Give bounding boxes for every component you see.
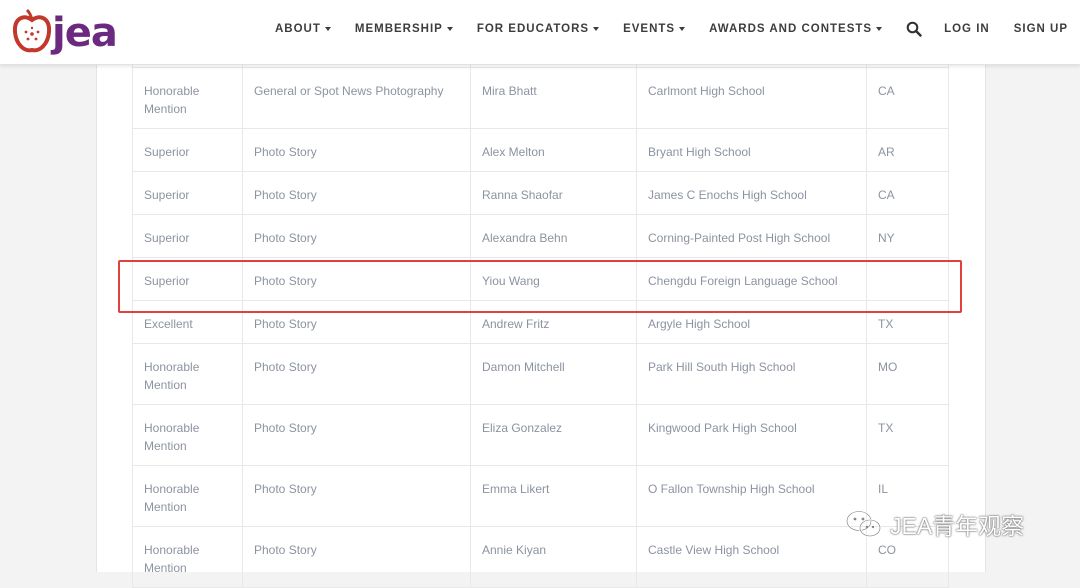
nav-awards-and-contests[interactable]: AWARDS AND CONTESTS: [709, 23, 883, 35]
table-row: Honorable Mention Photo Story Eliza Gonz…: [132, 404, 949, 466]
name-cell: Mira Bhatt: [470, 67, 637, 129]
signup-link[interactable]: SIGN UP: [1014, 23, 1068, 35]
logo-text: jea: [52, 10, 118, 56]
name-cell: Annie Kiyan: [470, 526, 637, 588]
nav-for-educators-label: FOR EDUCATORS: [476, 23, 590, 35]
highlight-box: [118, 260, 962, 313]
watermark: JEA青年观察: [844, 507, 1024, 541]
state-cell: NY: [866, 214, 949, 258]
school-cell: Park Hill South High School: [636, 343, 867, 405]
nav-for-educators[interactable]: FOR EDUCATORS: [476, 23, 600, 35]
nav-events[interactable]: EVENTS: [623, 23, 686, 35]
nav-about-label: ABOUT: [274, 23, 321, 35]
rating-cell: Superior: [132, 171, 243, 215]
nav-about[interactable]: ABOUT: [275, 23, 331, 35]
rating-cell: Superior: [132, 214, 243, 258]
nav-membership[interactable]: MEMBERSHIP: [355, 23, 453, 35]
school-cell: Kingwood Park High School: [636, 404, 867, 466]
name-cell: Alexandra Behn: [470, 214, 637, 258]
chevron-down-icon: [324, 27, 331, 31]
nav-awards-label: AWARDS AND CONTESTS: [709, 23, 873, 35]
awards-table: Honorable Mention General or Spot News P…: [132, 60, 949, 588]
watermark-text: JEA青年观察: [890, 513, 1025, 539]
jea-logo[interactable]: jea: [12, 6, 128, 56]
name-cell: Ranna Shaofar: [470, 171, 637, 215]
category-cell: Photo Story: [242, 214, 471, 258]
table-row: Superior Photo Story Ranna Shaofar James…: [132, 171, 949, 215]
state-cell: TX: [866, 404, 949, 466]
state-cell: MO: [866, 343, 949, 405]
chevron-down-icon: [876, 27, 883, 31]
school-cell: Castle View High School: [636, 526, 867, 588]
category-cell: Photo Story: [242, 526, 471, 588]
rating-cell: Honorable Mention: [132, 526, 243, 588]
school-cell: James C Enochs High School: [636, 171, 867, 215]
state-cell: CA: [866, 171, 949, 215]
category-cell: Photo Story: [242, 171, 471, 215]
nav-membership-label: MEMBERSHIP: [354, 23, 443, 35]
rating-cell: Superior: [132, 128, 243, 172]
nav-events-label: EVENTS: [623, 23, 676, 35]
search-icon[interactable]: [906, 21, 922, 37]
main-nav: ABOUT MEMBERSHIP FOR EDUCATORS EVENTS AW…: [263, 0, 1080, 58]
table-row: Honorable Mention Photo Story Emma Liker…: [132, 465, 949, 527]
rating-cell: Honorable Mention: [132, 343, 243, 405]
login-link[interactable]: LOG IN: [944, 23, 990, 35]
site-header: jea ABOUT MEMBERSHIP FOR EDUCATORS EVENT…: [0, 0, 1080, 65]
rating-cell: Honorable Mention: [132, 404, 243, 466]
rating-cell: Honorable Mention: [132, 67, 243, 129]
table-row: Superior Photo Story Alex Melton Bryant …: [132, 128, 949, 172]
name-cell: Alex Melton: [470, 128, 637, 172]
wechat-icon: [846, 510, 881, 537]
school-cell: O Fallon Township High School: [636, 465, 867, 527]
category-cell: Photo Story: [242, 404, 471, 466]
name-cell: Emma Likert: [470, 465, 637, 527]
state-cell: CA: [866, 67, 949, 129]
table-row: Superior Photo Story Alexandra Behn Corn…: [132, 214, 949, 258]
category-cell: Photo Story: [242, 128, 471, 172]
chevron-down-icon: [679, 27, 686, 31]
school-cell: Bryant High School: [636, 128, 867, 172]
table-row: Honorable Mention Photo Story Annie Kiya…: [132, 526, 949, 588]
rating-cell: Honorable Mention: [132, 465, 243, 527]
state-cell: AR: [866, 128, 949, 172]
category-cell: Photo Story: [242, 465, 471, 527]
chevron-down-icon: [446, 27, 453, 31]
school-cell: Corning-Painted Post High School: [636, 214, 867, 258]
chevron-down-icon: [593, 27, 600, 31]
apple-logo-icon: [12, 8, 52, 53]
name-cell: Eliza Gonzalez: [470, 404, 637, 466]
category-cell: General or Spot News Photography: [242, 67, 471, 129]
name-cell: Damon Mitchell: [470, 343, 637, 405]
table-row: Honorable Mention Photo Story Damon Mitc…: [132, 343, 949, 405]
table-row: Honorable Mention General or Spot News P…: [132, 67, 949, 129]
category-cell: Photo Story: [242, 343, 471, 405]
school-cell: Carlmont High School: [636, 67, 867, 129]
